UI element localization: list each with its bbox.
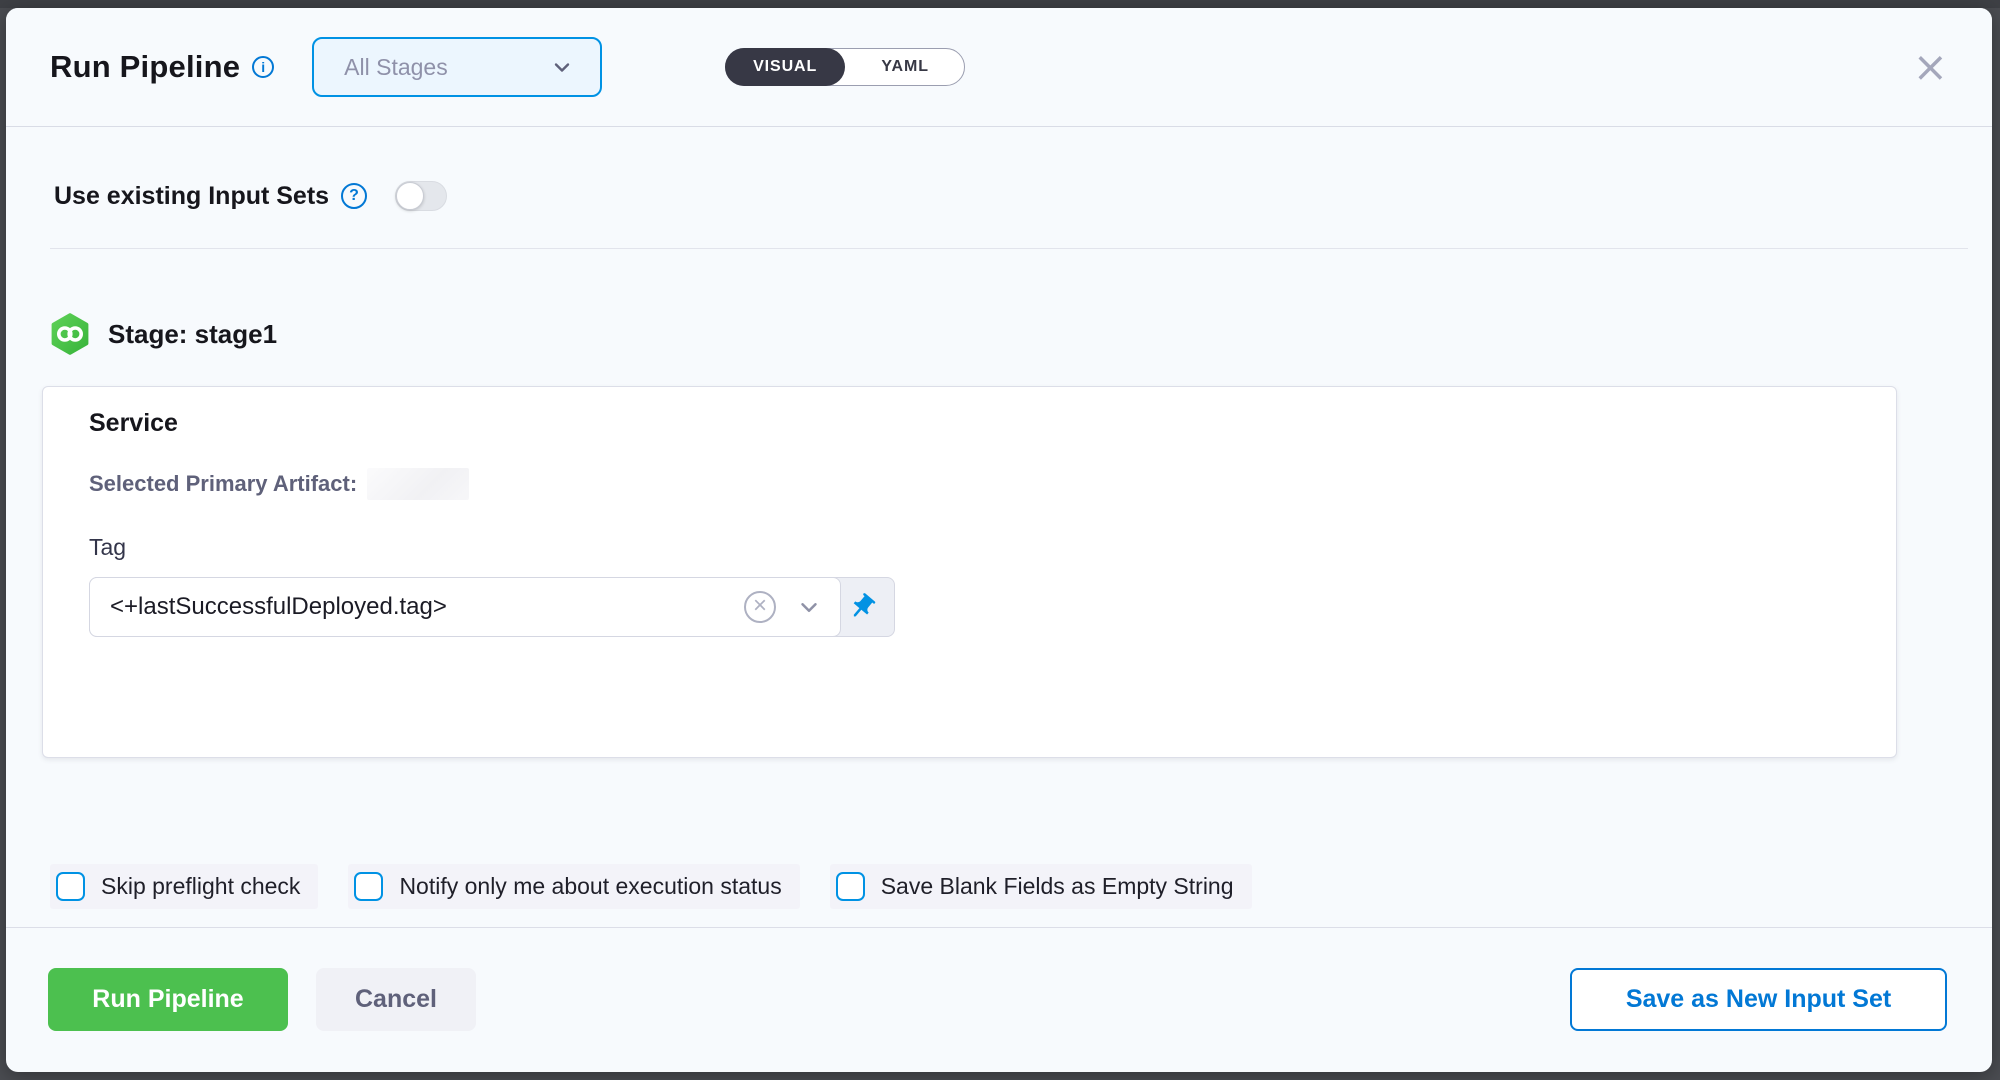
deploy-stage-icon [50, 313, 90, 355]
tag-chevron-down-icon[interactable] [796, 594, 822, 620]
backdrop-top-strip [0, 0, 2000, 8]
help-icon-glyph: ? [349, 187, 359, 205]
close-icon[interactable]: × [1899, 46, 1962, 88]
cancel-button[interactable]: Cancel [316, 968, 476, 1031]
stage-selector-dropdown[interactable]: All Stages [312, 37, 602, 97]
notify-only-me-checkbox[interactable] [354, 872, 383, 901]
notify-only-me-label: Notify only me about execution status [399, 873, 781, 900]
tag-input-field: × [89, 577, 841, 637]
selected-artifact-row: Selected Primary Artifact: [89, 468, 1896, 500]
info-icon-glyph: i [261, 59, 265, 75]
modal-body: Use existing Input Sets ? [6, 127, 1992, 1072]
modal-footer: Run Pipeline Cancel Save as New Input Se… [6, 928, 1992, 1031]
tab-yaml[interactable]: YAML [845, 48, 965, 86]
skip-preflight-label: Skip preflight check [101, 873, 300, 900]
input-sets-toggle-knob [396, 182, 424, 210]
skip-preflight-checkbox[interactable] [56, 872, 85, 901]
page-title: Run Pipeline [50, 49, 240, 85]
clear-icon[interactable]: × [744, 591, 776, 623]
run-pipeline-modal: Run Pipeline i All Stages VISUAL YAML × … [6, 8, 1992, 1072]
stage-name-label: Stage: stage1 [108, 319, 277, 350]
info-icon[interactable]: i [252, 56, 274, 78]
help-icon[interactable]: ? [341, 183, 367, 209]
tag-input-group: × [89, 577, 895, 637]
tag-field-label: Tag [89, 534, 1896, 561]
option-notify-only-me: Notify only me about execution status [348, 864, 799, 909]
execution-options-row: Skip preflight check Notify only me abou… [50, 864, 1992, 909]
save-as-new-input-set-button[interactable]: Save as New Input Set [1570, 968, 1947, 1031]
run-pipeline-button[interactable]: Run Pipeline [48, 968, 288, 1031]
section-divider [50, 248, 1968, 249]
chevron-down-icon [550, 55, 574, 79]
tab-visual[interactable]: VISUAL [725, 48, 845, 86]
input-sets-toggle[interactable] [395, 181, 447, 211]
stage-selector-value: All Stages [344, 54, 530, 81]
stage-row: Stage: stage1 [50, 313, 1992, 355]
option-save-blank-fields: Save Blank Fields as Empty String [830, 864, 1252, 909]
use-existing-input-sets-label: Use existing Input Sets [54, 182, 329, 211]
service-card-title: Service [89, 409, 1896, 438]
option-skip-preflight: Skip preflight check [50, 864, 318, 909]
save-blank-fields-checkbox[interactable] [836, 872, 865, 901]
pin-icon[interactable] [844, 589, 880, 625]
artifact-name-redacted [367, 468, 469, 500]
selected-artifact-label: Selected Primary Artifact: [89, 471, 357, 497]
clear-icon-glyph: × [753, 594, 767, 618]
use-existing-input-sets-row: Use existing Input Sets ? [54, 167, 1992, 225]
save-blank-fields-label: Save Blank Fields as Empty String [881, 873, 1234, 900]
modal-header: Run Pipeline i All Stages VISUAL YAML × [6, 8, 1992, 127]
service-card: Service Selected Primary Artifact: Tag [42, 386, 1897, 758]
visual-yaml-toggle: VISUAL YAML [725, 48, 965, 86]
tag-input[interactable] [110, 593, 744, 621]
